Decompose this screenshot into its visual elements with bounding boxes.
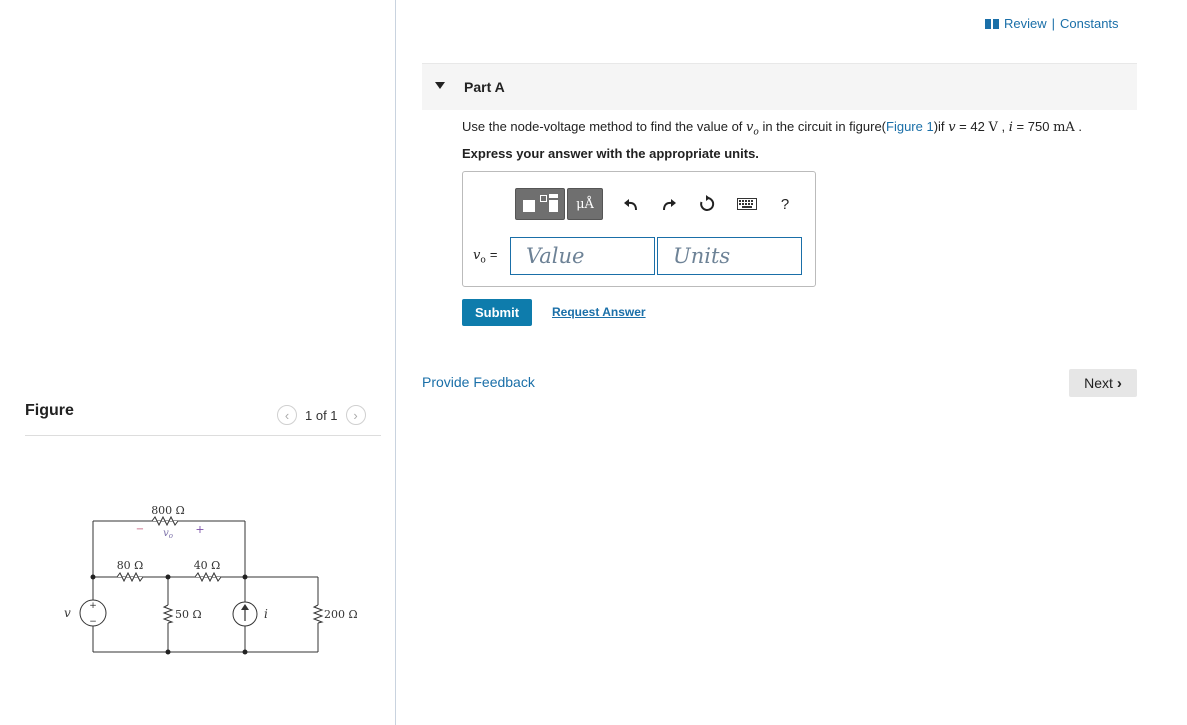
chevron-left-icon: ‹ xyxy=(284,407,290,423)
label-r40: 40 Ω xyxy=(194,559,221,572)
q-prefix: Use the node-voltage method to find the … xyxy=(462,119,743,134)
book-icon xyxy=(985,18,999,29)
q-var-vo: vo xyxy=(746,120,759,138)
resistor-800 xyxy=(151,515,179,527)
q-v-eq: = 42 xyxy=(959,119,985,134)
label-r200: 200 Ω xyxy=(324,608,358,621)
vsrc-minus: − xyxy=(89,617,97,627)
resistor-200 xyxy=(312,604,324,624)
next-figure-button[interactable]: › xyxy=(345,405,366,425)
separator: | xyxy=(1051,16,1056,31)
undo-icon xyxy=(624,199,637,211)
label-r80: 80 Ω xyxy=(117,559,144,572)
label-vo: vo xyxy=(163,528,173,540)
panel-divider xyxy=(395,0,396,725)
keyboard-button[interactable] xyxy=(737,194,757,214)
figure-title: Figure xyxy=(25,402,74,419)
redo-icon xyxy=(663,199,676,211)
label-vo-minus: − xyxy=(136,524,144,535)
constants-link[interactable]: Constants xyxy=(1060,16,1119,31)
label-vo-plus: + xyxy=(195,523,204,536)
q-after-link: )if xyxy=(933,119,945,134)
label-r50: 50 Ω xyxy=(175,608,202,621)
circuit-diagram: + − 800 Ω − vo + 80 Ω 40 Ω 50 Ω 200 Ω v … xyxy=(64,504,358,655)
request-answer-link[interactable]: Request Answer xyxy=(552,305,646,319)
prev-figure-button[interactable]: ‹ xyxy=(277,405,297,425)
resistor-40 xyxy=(194,571,222,583)
q-v-unit: V xyxy=(988,120,998,135)
review-constants: Review | Constants xyxy=(985,16,1119,31)
label-v-source: v xyxy=(64,606,71,620)
q-comma: , xyxy=(1001,119,1006,134)
q-end: . xyxy=(1078,119,1083,134)
math-toolbar: μÅ ? xyxy=(515,188,795,220)
question-text: Use the node-voltage method to find the … xyxy=(462,119,1082,138)
chevron-right-icon: › xyxy=(1116,374,1122,392)
q-i-eq: = 750 xyxy=(1016,119,1050,134)
figure-link[interactable]: Figure 1 xyxy=(886,119,934,134)
q-middle: in the circuit in figure( xyxy=(762,119,887,134)
units-input[interactable] xyxy=(657,237,802,275)
keyboard-icon xyxy=(737,198,757,210)
part-header[interactable]: Part A xyxy=(422,63,1137,110)
templates-button[interactable] xyxy=(515,188,565,220)
chevron-right-icon: › xyxy=(353,407,358,423)
next-button[interactable]: Next › xyxy=(1069,369,1137,397)
next-label: Next xyxy=(1084,375,1113,391)
circuit-wires xyxy=(92,520,319,653)
help-button[interactable]: ? xyxy=(775,194,795,214)
label-i-source: i xyxy=(264,607,268,621)
vsrc-plus: + xyxy=(89,601,97,611)
collapse-triangle-icon[interactable] xyxy=(435,82,445,89)
answer-box: μÅ ? vo = xyxy=(462,171,816,287)
figure-pager: ‹ 1 of 1 › xyxy=(277,405,366,425)
q-i-unit: mA xyxy=(1053,120,1075,135)
provide-feedback-link[interactable]: Provide Feedback xyxy=(422,374,535,390)
review-link[interactable]: Review xyxy=(1004,16,1047,31)
part-title: Part A xyxy=(464,79,505,95)
label-r800: 800 Ω xyxy=(151,504,185,517)
undo-button[interactable] xyxy=(621,194,641,214)
redo-button[interactable] xyxy=(659,194,679,214)
submit-button[interactable]: Submit xyxy=(462,299,532,326)
figure-divider xyxy=(25,435,381,436)
answer-row: vo = xyxy=(473,237,802,275)
answer-label: vo = xyxy=(473,246,498,266)
figure-panel: Figure ‹ 1 of 1 › + − 800 Ω − vo + 80 Ω … xyxy=(0,0,395,725)
reset-icon xyxy=(700,195,715,211)
q-var-v: v xyxy=(948,120,956,135)
pager-text: 1 of 1 xyxy=(305,407,338,423)
units-button[interactable]: μÅ xyxy=(567,188,603,220)
q-var-i: i xyxy=(1008,120,1013,135)
resistor-50 xyxy=(162,604,174,624)
resistor-80 xyxy=(116,571,144,583)
value-input[interactable] xyxy=(510,237,655,275)
instruction-text: Express your answer with the appropriate… xyxy=(462,146,759,161)
reset-button[interactable] xyxy=(697,194,717,214)
